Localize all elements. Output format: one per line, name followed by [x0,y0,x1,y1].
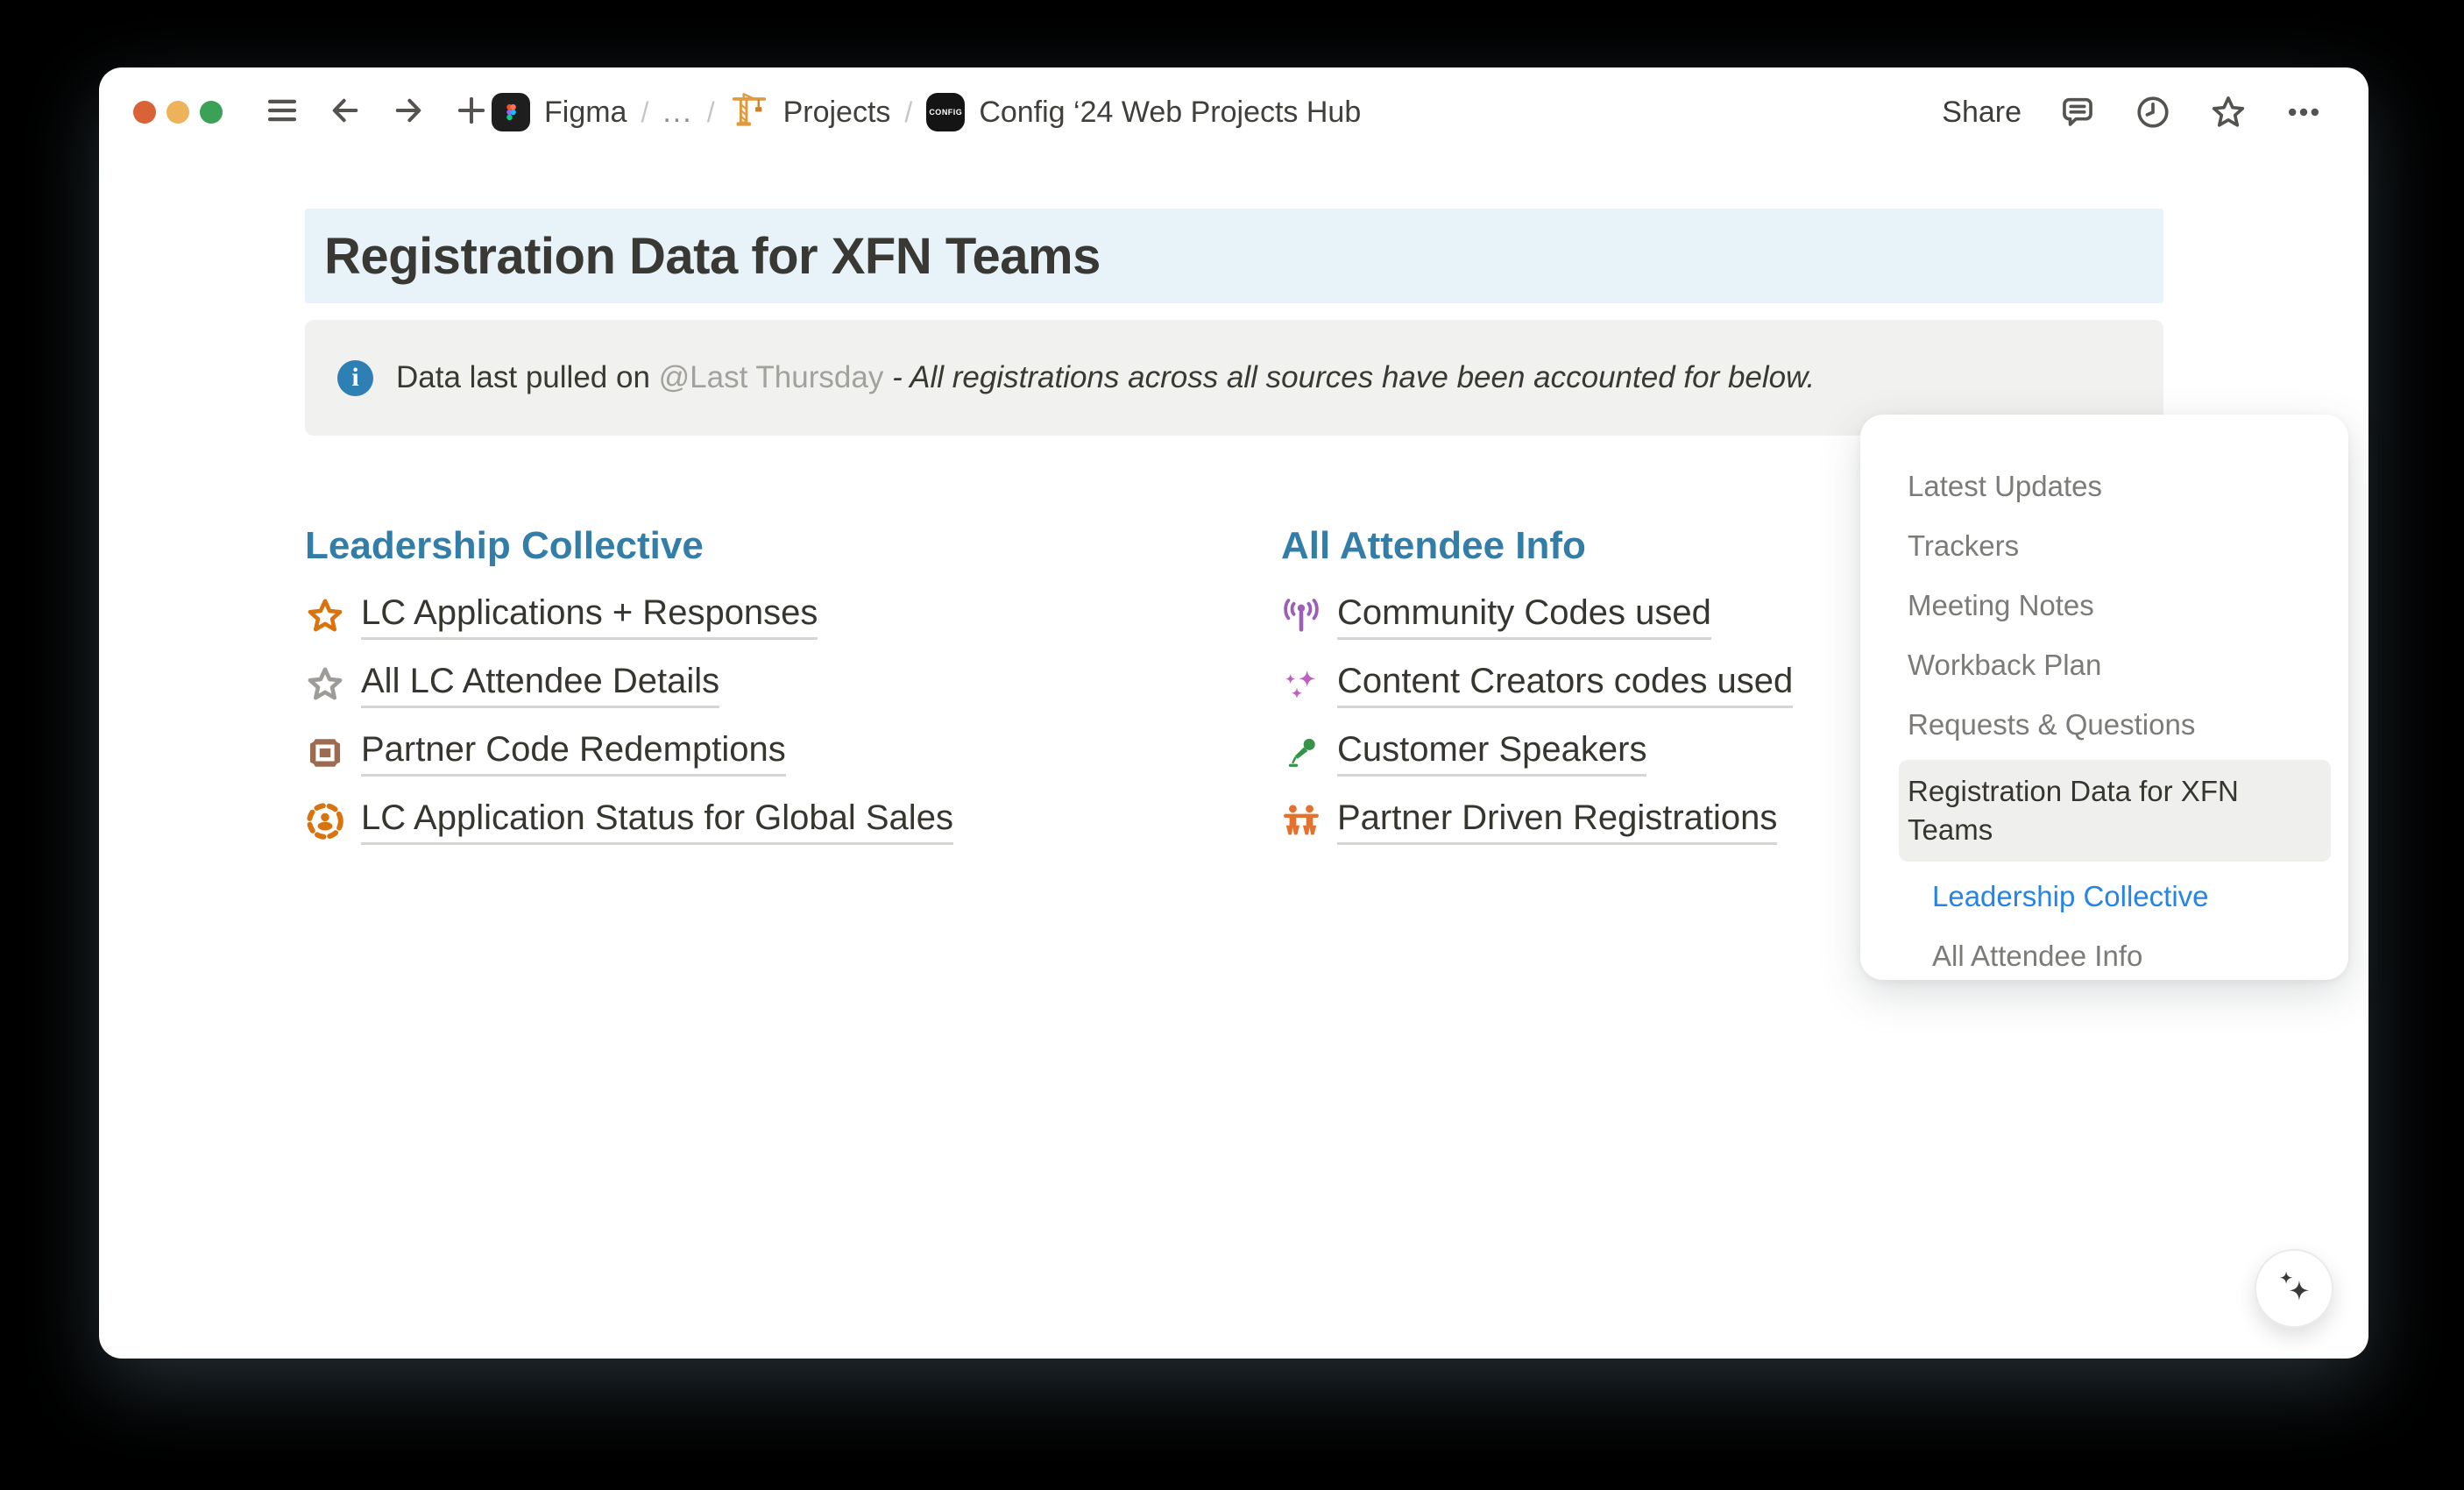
breadcrumb-separator: / [641,96,648,129]
star-icon [2209,93,2248,131]
back-arrow-icon [327,92,364,133]
titlebar-actions: Share [1942,91,2323,133]
green-microphone-icon [1281,733,1321,773]
breadcrumb-page-title[interactable]: Config ‘24 Web Projects Hub [979,96,1361,130]
more-options-button[interactable] [2284,93,2323,131]
breadcrumb-projects[interactable]: Projects [783,96,891,130]
toc-item-all-attendee-info[interactable]: All Attendee Info [1860,926,2348,986]
clock-icon [2134,93,2172,131]
breadcrumb-separator: / [904,96,912,129]
ellipsis-icon [2284,93,2323,131]
zoom-window-button[interactable] [200,101,223,124]
favorite-button[interactable] [2209,93,2248,131]
doc-link-all-lc-attendee-details[interactable]: All LC Attendee Details [305,650,1187,719]
back-button[interactable] [325,93,365,131]
crane-icon [729,90,769,135]
share-button[interactable]: Share [1942,96,2021,130]
orange-star-icon [305,596,345,636]
toc-item-trackers[interactable]: Trackers [1860,516,2348,576]
breadcrumb-collapsed[interactable]: ... [662,96,692,130]
toc-item-latest-updates[interactable]: Latest Updates [1860,457,2348,516]
figma-app-icon[interactable] [492,93,530,131]
breadcrumb-separator: / [707,96,715,129]
minimize-window-button[interactable] [166,101,189,124]
app-window: Figma / ... / Projects / CONFIG Config ‘… [99,67,2368,1359]
plus-icon [453,92,490,133]
doc-link-partner-code-redemptions[interactable]: Partner Code Redemptions [305,719,1187,787]
brown-frame-icon [305,733,345,773]
toc-item-workback-plan[interactable]: Workback Plan [1860,635,2348,695]
doc-link-lc-applications-responses[interactable]: LC Applications + Responses [305,582,1187,650]
forward-button[interactable] [388,93,428,131]
toc-item-registration-data-active[interactable]: Registration Data for XFN Teams [1899,760,2331,862]
info-icon: i [337,360,373,396]
sparkles-icon [2271,1266,2317,1312]
page-title-highlight: Registration Data for XFN Teams [305,209,2163,303]
ai-assistant-button[interactable] [2255,1249,2333,1328]
close-window-button[interactable] [133,101,156,124]
table-of-contents-panel: Latest Updates Trackers Meeting Notes Wo… [1860,415,2348,980]
callout-text: Data last pulled on @Last Thursday - All… [396,360,1815,395]
toc-item-leadership-collective[interactable]: Leadership Collective [1860,867,2348,926]
date-mention[interactable]: @Last Thursday [659,360,884,394]
doc-link-lc-application-status-global-sales[interactable]: LC Application Status for Global Sales [305,787,1187,855]
column-leadership-collective: Leadership Collective LC Applications + … [305,524,1187,855]
orange-people-icon [1281,801,1321,841]
section-heading-leadership-collective: Leadership Collective [305,524,1187,568]
page-title: Registration Data for XFN Teams [305,227,1101,286]
config-page-icon: CONFIG [926,93,965,131]
breadcrumb-app-name[interactable]: Figma [544,96,627,130]
toc-item-requests-questions[interactable]: Requests & Questions [1860,695,2348,755]
new-tab-button[interactable] [451,93,492,131]
forward-arrow-icon [390,92,427,133]
nav-cluster [262,93,492,131]
comment-bubble-icon [2058,93,2097,131]
gray-star-icon [305,664,345,705]
screenshot-stage: Figma / ... / Projects / CONFIG Config ‘… [0,0,2464,1490]
toc-item-meeting-notes[interactable]: Meeting Notes [1860,576,2348,635]
purple-sparkles-icon [1281,664,1321,705]
breadcrumb: Figma / ... / Projects / CONFIG Config ‘… [492,91,1361,133]
comments-button[interactable] [2058,93,2097,131]
sidebar-menu-button[interactable] [262,93,302,131]
history-button[interactable] [2134,93,2172,131]
orange-dashed-person-icon [305,801,345,841]
hamburger-icon [264,92,301,133]
purple-broadcast-icon [1281,596,1321,636]
window-controls [133,101,223,124]
